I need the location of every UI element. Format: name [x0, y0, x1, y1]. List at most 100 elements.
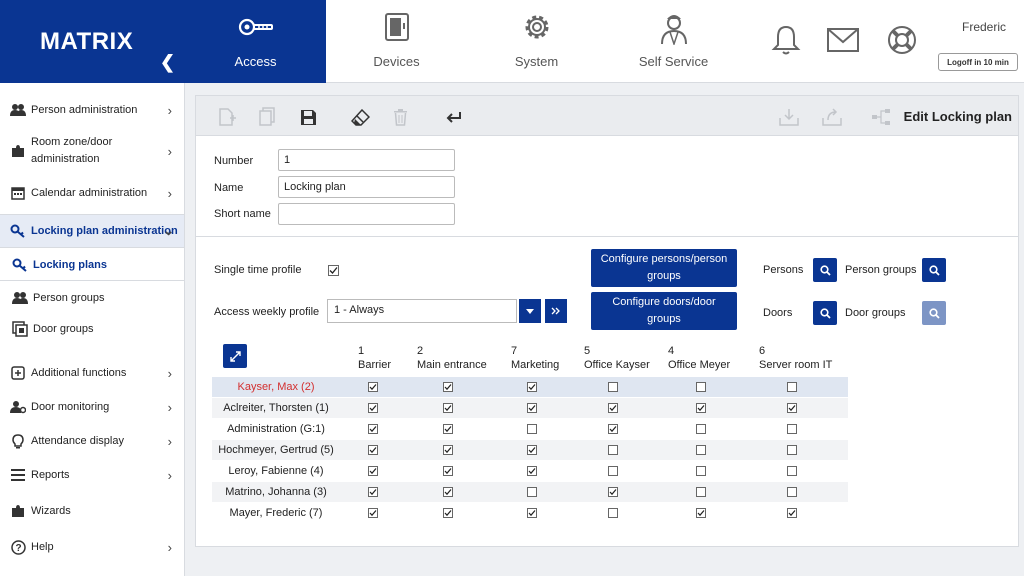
access-checkbox[interactable] [696, 487, 706, 497]
short-name-field[interactable] [278, 203, 455, 225]
sidebar-item-label: Calendar administration [31, 186, 148, 199]
access-checkbox[interactable] [368, 487, 378, 497]
access-checkbox[interactable] [787, 508, 797, 518]
doors-search-button[interactable] [813, 301, 837, 325]
tab-system[interactable]: System [466, 0, 607, 83]
access-checkbox[interactable] [443, 424, 453, 434]
access-checkbox[interactable] [696, 382, 706, 392]
access-checkbox[interactable] [443, 487, 453, 497]
sidebar-item-locking-plans[interactable]: Locking plans [0, 254, 184, 276]
expand-button[interactable] [223, 344, 247, 368]
access-checkbox[interactable] [787, 445, 797, 455]
trash-icon[interactable] [389, 106, 411, 128]
lifebuoy-icon[interactable] [884, 22, 920, 58]
sidebar-item-person-groups[interactable]: Person groups [0, 287, 184, 309]
access-checkbox[interactable] [527, 403, 537, 413]
number-field[interactable] [278, 149, 455, 171]
sidebar-item-calendar-administration[interactable]: Calendar administration › [0, 182, 184, 204]
configure-persons-button[interactable]: Configure persons/person groups [591, 249, 737, 287]
tab-access[interactable]: Access [185, 0, 326, 83]
sidebar-item-door-monitoring[interactable]: Door monitoring › [0, 396, 184, 418]
access-checkbox[interactable] [696, 466, 706, 476]
row-name[interactable]: Administration (G:1) [212, 419, 340, 439]
logoff-button[interactable]: Logoff in 10 min [938, 53, 1018, 71]
access-checkbox[interactable] [443, 508, 453, 518]
access-checkbox[interactable] [787, 382, 797, 392]
persons-search-button[interactable] [813, 258, 837, 282]
checkmark-icon [528, 405, 536, 412]
collapse-sidebar-icon[interactable]: ❮ [160, 52, 175, 73]
hierarchy-icon[interactable] [870, 106, 892, 128]
add-icon[interactable] [216, 106, 238, 128]
access-checkbox[interactable] [608, 466, 618, 476]
sidebar-item-wizards[interactable]: Wizards [0, 500, 184, 522]
access-checkbox[interactable] [368, 445, 378, 455]
access-checkbox[interactable] [608, 508, 618, 518]
sidebar-item-attendance-display[interactable]: Attendance display › [0, 430, 184, 452]
import-icon[interactable] [778, 106, 800, 128]
eraser-icon[interactable] [349, 106, 371, 128]
access-checkbox[interactable] [787, 424, 797, 434]
access-checkbox[interactable] [527, 424, 537, 434]
access-checkbox[interactable] [443, 466, 453, 476]
row-name[interactable]: Leroy, Fabienne (4) [212, 461, 340, 481]
access-checkbox[interactable] [527, 382, 537, 392]
access-checkbox[interactable] [696, 403, 706, 413]
tab-devices[interactable]: Devices [326, 0, 467, 83]
weekly-profile-select[interactable]: 1 - Always [327, 299, 517, 323]
access-checkbox[interactable] [787, 403, 797, 413]
sidebar-item-room-zone-door-administration[interactable]: Room zone/door administration › [0, 133, 184, 169]
access-checkbox[interactable] [696, 424, 706, 434]
row-name[interactable]: Mayer, Frederic (7) [212, 503, 340, 523]
person-groups-label: Person groups [845, 264, 917, 276]
row-name[interactable]: Hochmeyer, Gertrud (5) [212, 440, 340, 460]
access-checkbox[interactable] [527, 445, 537, 455]
row-name[interactable]: Kayser, Max (2) [212, 377, 340, 397]
access-checkbox[interactable] [527, 487, 537, 497]
access-checkbox[interactable] [443, 445, 453, 455]
access-checkbox[interactable] [368, 403, 378, 413]
sidebar-item-additional-functions[interactable]: Additional functions › [0, 362, 184, 384]
sidebar-item-locking-plan-administration[interactable]: Locking plan administration ⌄ [0, 214, 184, 248]
access-checkbox[interactable] [443, 403, 453, 413]
copy-icon[interactable] [256, 106, 278, 128]
access-checkbox[interactable] [527, 508, 537, 518]
access-checkbox[interactable] [608, 487, 618, 497]
single-time-profile-checkbox[interactable] [328, 265, 339, 276]
row-name[interactable]: Aclreiter, Thorsten (1) [212, 398, 340, 418]
access-checkbox[interactable] [696, 445, 706, 455]
tab-self-service[interactable]: Self Service [603, 0, 744, 83]
app-name: MATRIX [40, 28, 134, 55]
access-checkbox[interactable] [527, 466, 537, 476]
door-groups-search-button[interactable] [922, 301, 946, 325]
access-checkbox[interactable] [787, 466, 797, 476]
access-checkbox[interactable] [443, 382, 453, 392]
access-checkbox[interactable] [608, 445, 618, 455]
name-field[interactable] [278, 176, 455, 198]
access-checkbox[interactable] [368, 466, 378, 476]
access-checkbox[interactable] [368, 424, 378, 434]
access-checkbox[interactable] [608, 403, 618, 413]
access-checkbox[interactable] [368, 382, 378, 392]
sidebar-item-person-administration[interactable]: Person administration › [0, 99, 184, 121]
bell-icon[interactable] [768, 22, 804, 58]
sidebar-item-door-groups[interactable]: Door groups [0, 318, 184, 340]
row-name[interactable]: Matrino, Johanna (3) [212, 482, 340, 502]
mail-icon[interactable] [825, 22, 861, 58]
access-checkbox[interactable] [368, 508, 378, 518]
export-icon[interactable] [821, 106, 843, 128]
access-checkbox[interactable] [608, 382, 618, 392]
person-groups-search-button[interactable] [922, 258, 946, 282]
access-checkbox[interactable] [608, 424, 618, 434]
save-icon[interactable] [297, 106, 319, 128]
sidebar-item-help[interactable]: ? Help › [0, 536, 184, 558]
back-arrow-icon[interactable] [443, 106, 465, 128]
column-name: Marketing [511, 359, 560, 371]
open-profile-button[interactable] [545, 299, 567, 323]
panel-title: Edit Locking plan [903, 109, 1012, 124]
access-checkbox[interactable] [696, 508, 706, 518]
access-checkbox[interactable] [787, 487, 797, 497]
sidebar-item-reports[interactable]: Reports › [0, 464, 184, 486]
configure-doors-button[interactable]: Configure doors/door groups [591, 292, 737, 330]
dropdown-toggle[interactable] [519, 299, 541, 323]
